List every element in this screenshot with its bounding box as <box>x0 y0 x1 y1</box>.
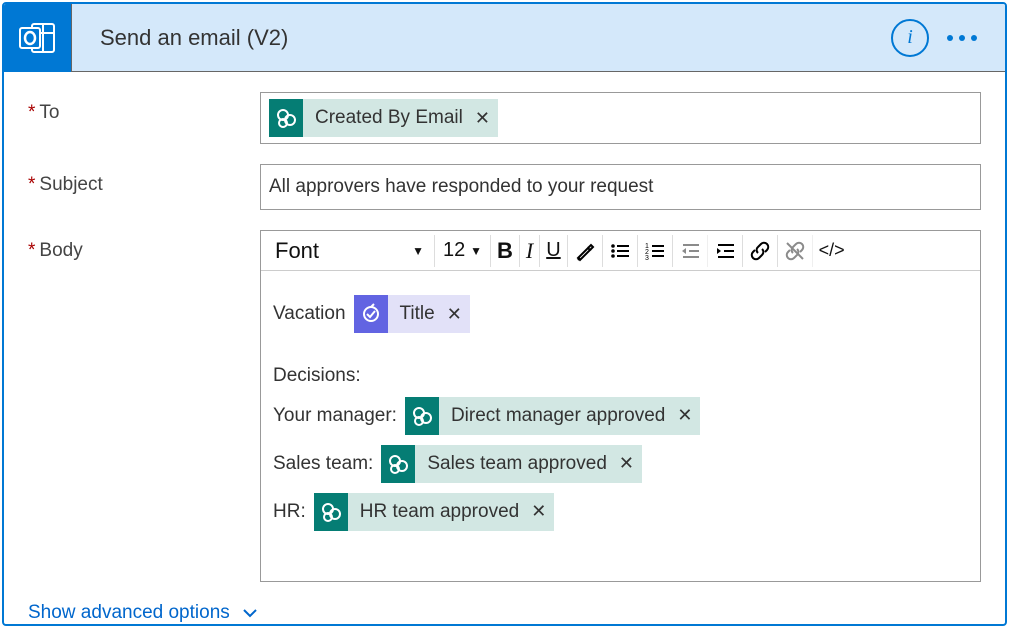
to-input[interactable]: Created By Email ✕ <box>260 92 981 144</box>
to-label: *To <box>28 92 260 144</box>
token-label: Direct manager approved <box>451 403 665 429</box>
subject-row: *Subject All approvers have responded to… <box>28 164 981 210</box>
text-decisions: Decisions: <box>273 363 361 389</box>
dynamic-token-sales-approved[interactable]: Sales team approved ✕ <box>381 445 642 483</box>
italic-button[interactable]: I <box>520 235 540 267</box>
outlook-icon <box>4 4 72 72</box>
token-label: HR team approved <box>360 499 519 525</box>
card-body: *To Created By Email ✕ <box>4 72 1005 626</box>
outdent-button[interactable] <box>673 235 708 267</box>
token-label: Sales team approved <box>427 451 607 477</box>
numbered-list-button[interactable]: 123 <box>638 235 673 267</box>
body-content[interactable]: Vacation Title ✕ Decisions: <box>261 271 980 581</box>
font-select[interactable]: Font▼ <box>265 235 435 267</box>
remove-token-icon[interactable]: ✕ <box>677 403 692 427</box>
chevron-down-icon <box>242 605 258 621</box>
bullet-list-button[interactable] <box>603 235 638 267</box>
body-row: *Body Font▼ 12▼ B I U <box>28 230 981 582</box>
text-sales: Sales team: <box>273 451 373 477</box>
info-icon[interactable]: i <box>891 19 929 57</box>
sharepoint-icon <box>269 99 303 137</box>
to-row: *To Created By Email ✕ <box>28 92 981 144</box>
rte-toolbar: Font▼ 12▼ B I U <box>261 231 980 271</box>
show-advanced-options[interactable]: Show advanced options <box>28 602 258 624</box>
unlink-button[interactable] <box>778 235 813 267</box>
bold-button[interactable]: B <box>491 235 520 267</box>
color-picker-button[interactable] <box>568 235 603 267</box>
text-hr: HR: <box>273 499 306 525</box>
approvals-icon <box>354 295 388 333</box>
remove-token-icon[interactable]: ✕ <box>475 108 490 129</box>
more-menu-icon[interactable] <box>947 35 977 41</box>
token-label: Title <box>400 301 435 327</box>
dynamic-token-hr-approved[interactable]: HR team approved ✕ <box>314 493 555 531</box>
size-select[interactable]: 12▼ <box>435 235 491 267</box>
text-vacation: Vacation <box>273 301 346 327</box>
subject-label: *Subject <box>28 164 260 210</box>
underline-button[interactable]: U <box>540 235 567 267</box>
dynamic-token-created-by-email[interactable]: Created By Email ✕ <box>269 99 498 137</box>
card-title[interactable]: Send an email (V2) <box>72 25 891 51</box>
sharepoint-icon <box>314 493 348 531</box>
remove-token-icon[interactable]: ✕ <box>619 451 634 475</box>
indent-button[interactable] <box>708 235 743 267</box>
dynamic-token-title[interactable]: Title ✕ <box>354 295 470 333</box>
card-header: Send an email (V2) i <box>4 4 1005 72</box>
action-card: Send an email (V2) i *To <box>2 2 1007 626</box>
remove-token-icon[interactable]: ✕ <box>531 499 546 523</box>
text-manager: Your manager: <box>273 403 397 429</box>
body-editor: Font▼ 12▼ B I U <box>260 230 981 582</box>
remove-token-icon[interactable]: ✕ <box>447 302 462 326</box>
sharepoint-icon <box>405 397 439 435</box>
link-button[interactable] <box>743 235 778 267</box>
subject-text: All approvers have responded to your req… <box>269 176 653 198</box>
svg-text:3: 3 <box>645 255 649 262</box>
token-label: Created By Email <box>315 107 463 129</box>
dynamic-token-manager-approved[interactable]: Direct manager approved ✕ <box>405 397 700 435</box>
subject-input[interactable]: All approvers have responded to your req… <box>260 164 981 210</box>
sharepoint-icon <box>381 445 415 483</box>
body-label: *Body <box>28 230 260 582</box>
code-view-button[interactable]: </> <box>813 235 851 267</box>
